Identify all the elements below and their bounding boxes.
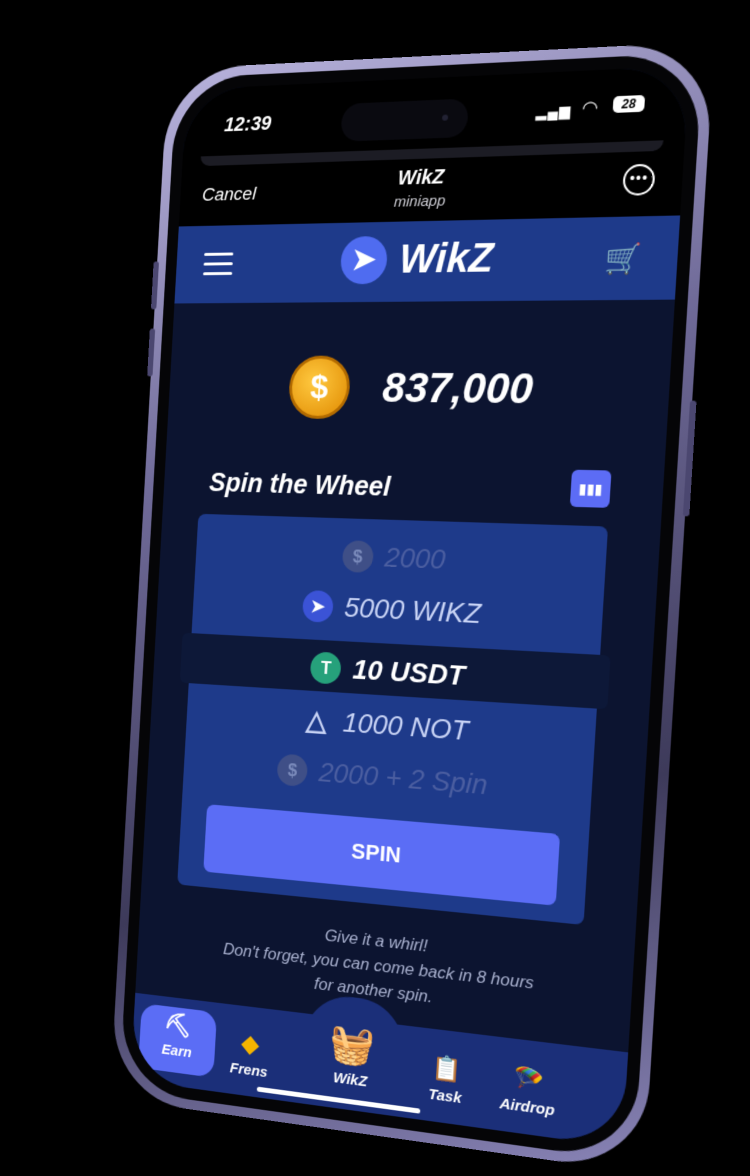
section-title: Spin the Wheel: [208, 467, 392, 502]
prize-item: $2000 + 2 Spin: [183, 745, 592, 810]
tab-task[interactable]: 📋 Task: [403, 1050, 489, 1111]
tab-wikz[interactable]: 🧺 WikZ: [310, 1019, 394, 1093]
home-indicator: [256, 1086, 421, 1114]
volume-up-button: [150, 261, 159, 310]
frens-icon: ◆: [240, 1030, 260, 1059]
dynamic-island: [340, 98, 469, 142]
power-button: [682, 400, 697, 517]
brand-logo: ➤ WikZ: [175, 230, 679, 286]
prize-item: $2000: [195, 533, 606, 582]
volume-down-button: [147, 328, 156, 377]
signal-icon: ▂▄▆: [535, 102, 572, 121]
app-header: ➤ WikZ 🛒: [174, 215, 681, 304]
phone-frame: 12:39 ▂▄▆ ◠ 28 Cancel WikZ miniapp ••• ➤…: [109, 41, 715, 1174]
coin-icon: $: [276, 753, 309, 787]
clipboard-icon: 📋: [430, 1053, 463, 1085]
notcoin-icon: △: [305, 703, 328, 736]
tab-earn[interactable]: ⛏ Earn: [138, 1003, 218, 1078]
cart-icon[interactable]: 🛒: [604, 241, 643, 276]
tab-frens[interactable]: ◆ Frens: [210, 1025, 290, 1083]
basket-icon: 🧺: [328, 1022, 376, 1070]
pickaxe-icon: ⛏: [163, 1010, 193, 1041]
phone-bezel: 12:39 ▂▄▆ ◠ 28 Cancel WikZ miniapp ••• ➤…: [119, 52, 704, 1162]
wifi-icon: ◠: [581, 96, 599, 119]
dollar-coin-icon: $: [287, 355, 352, 420]
brand-name: WikZ: [397, 235, 495, 282]
battery-icon: 28: [612, 94, 646, 113]
spin-wheel: $2000 ➤ 5000 WIKZ T 10 USDT △ 1000 NOT $200…: [177, 513, 611, 925]
leaderboard-icon[interactable]: ▮▮▮: [569, 469, 612, 508]
camera-icon: [441, 114, 449, 121]
airdrop-icon: 🪂: [512, 1064, 545, 1096]
usdt-icon: T: [310, 651, 343, 685]
wikz-logo-icon: ➤: [339, 235, 389, 285]
prize-item: ➤ 5000 WIKZ: [193, 583, 604, 636]
spin-button[interactable]: SPIN: [203, 804, 561, 906]
tab-airdrop[interactable]: 🪂 Airdrop: [484, 1060, 572, 1122]
balance-value: 837,000: [381, 363, 535, 413]
coin-icon: $: [341, 539, 375, 573]
phone-screen: 12:39 ▂▄▆ ◠ 28 Cancel WikZ miniapp ••• ➤…: [130, 65, 690, 1148]
status-time: 12:39: [223, 112, 272, 137]
stage: 12:39 ▂▄▆ ◠ 28 Cancel WikZ miniapp ••• ➤…: [0, 0, 750, 1176]
wikz-icon: ➤: [301, 589, 334, 623]
balance-display: $ 837,000: [168, 355, 671, 423]
